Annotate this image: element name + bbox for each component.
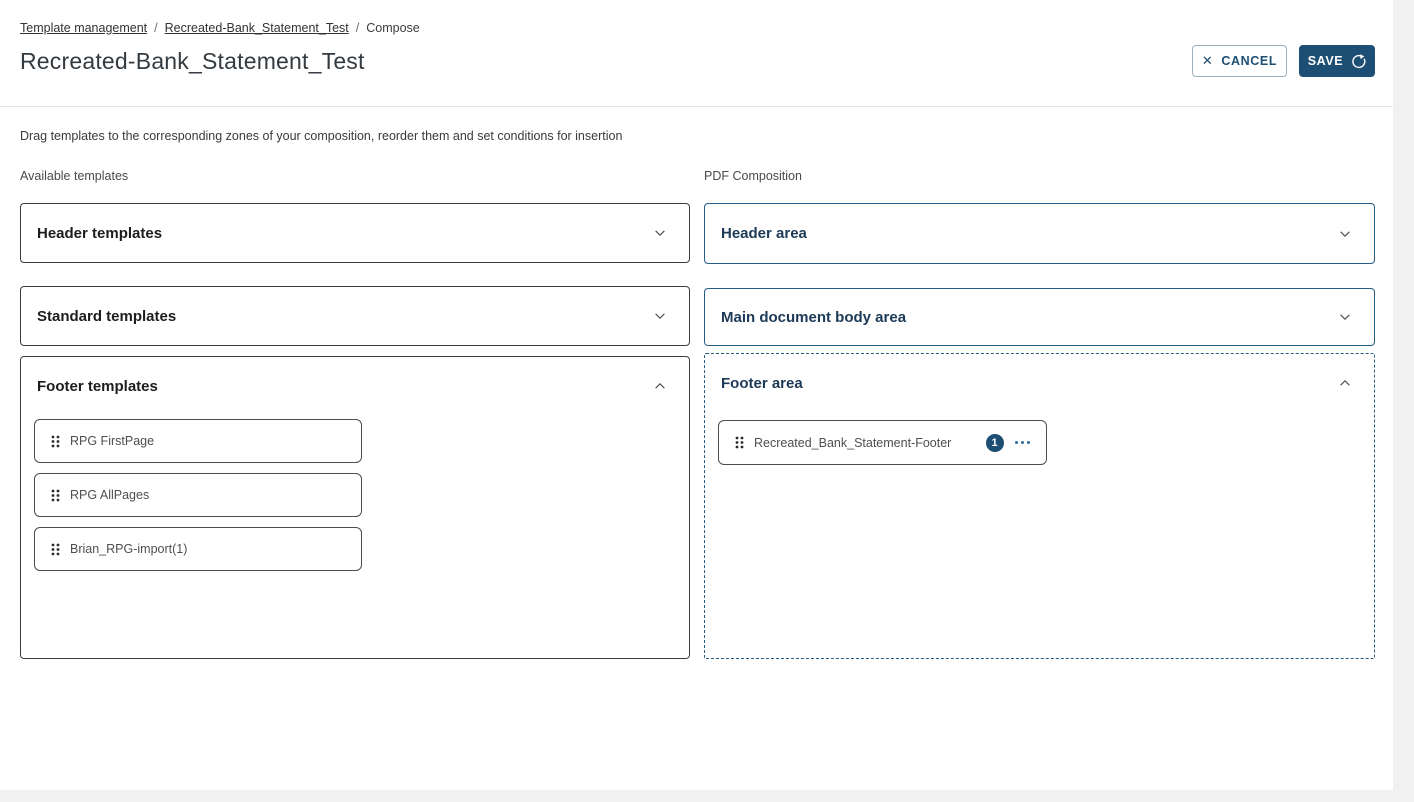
accordion-footer-templates: Footer templates [20, 356, 690, 659]
available-templates-label: Available templates [20, 169, 690, 183]
title-row: Recreated-Bank_Statement_Test ✕ CANCEL S… [0, 35, 1393, 77]
accordion-footer-area-toggle[interactable]: Footer area [705, 354, 1374, 412]
accordion-title: Standard templates [37, 308, 176, 325]
cancel-button-label: CANCEL [1221, 54, 1277, 68]
drag-handle-icon[interactable] [51, 489, 60, 502]
chevron-down-icon [1338, 227, 1352, 241]
pdf-composition-column: PDF Composition Header area Main documen… [704, 169, 1375, 659]
save-button-label: SAVE [1308, 54, 1344, 68]
drag-handle-icon[interactable] [735, 436, 744, 449]
template-item-rpg-firstpage[interactable]: RPG FirstPage [34, 419, 362, 463]
accordion-main-body-area: Main document body area [704, 288, 1375, 346]
accordion-header-templates: Header templates [20, 203, 690, 263]
accordion-standard-templates: Standard templates [20, 286, 690, 346]
accordion-header-area: Header area [704, 203, 1375, 264]
template-item-label: RPG AllPages [70, 488, 149, 502]
conditions-count-badge: 1 [986, 434, 1004, 452]
chevron-down-icon [653, 226, 667, 240]
page-header: Template management / Recreated-Bank_Sta… [0, 0, 1393, 107]
page-title: Recreated-Bank_Statement_Test [20, 48, 365, 75]
more-options-icon[interactable] [1013, 439, 1033, 447]
accordion-footer-area: Footer area [704, 353, 1375, 659]
accordion-main-body-area-toggle[interactable]: Main document body area [705, 289, 1374, 345]
template-item-label: RPG FirstPage [70, 434, 154, 448]
accordion-header-area-toggle[interactable]: Header area [705, 204, 1374, 263]
page-content: Template management / Recreated-Bank_Sta… [0, 0, 1393, 790]
pdf-composition-label: PDF Composition [704, 169, 1375, 183]
close-icon: ✕ [1202, 53, 1214, 69]
composition-item-label: Recreated_Bank_Statement-Footer [754, 436, 951, 450]
breadcrumb-current-compose: Compose [366, 21, 420, 35]
footer-templates-list: RPG FirstPage RPG AllPages [21, 415, 689, 571]
composition-item-footer[interactable]: Recreated_Bank_Statement-Footer 1 [718, 420, 1047, 465]
breadcrumb-link-template-name[interactable]: Recreated-Bank_Statement_Test [165, 21, 349, 35]
accordion-title: Header templates [37, 225, 162, 242]
breadcrumb: Template management / Recreated-Bank_Sta… [0, 0, 1393, 35]
save-circular-arrow-icon [1351, 54, 1366, 69]
template-item-rpg-allpages[interactable]: RPG AllPages [34, 473, 362, 517]
accordion-footer-templates-toggle[interactable]: Footer templates [21, 357, 689, 415]
chevron-down-icon [653, 309, 667, 323]
available-templates-column: Available templates Header templates Sta… [20, 169, 690, 659]
instruction-text: Drag templates to the corresponding zone… [20, 129, 1393, 143]
accordion-title: Footer area [721, 375, 803, 392]
accordion-title: Footer templates [37, 378, 158, 395]
cancel-button[interactable]: ✕ CANCEL [1192, 45, 1287, 77]
chevron-up-icon [1338, 376, 1352, 390]
accordion-standard-templates-toggle[interactable]: Standard templates [21, 287, 689, 345]
save-button[interactable]: SAVE [1299, 45, 1375, 77]
breadcrumb-separator: / [356, 21, 359, 35]
footer-area-drop-zone: Recreated_Bank_Statement-Footer 1 [705, 412, 1374, 465]
chevron-down-icon [1338, 310, 1352, 324]
chevron-up-icon [653, 379, 667, 393]
header-actions: ✕ CANCEL SAVE [1192, 45, 1375, 77]
accordion-title: Main document body area [721, 309, 906, 326]
drag-handle-icon[interactable] [51, 543, 60, 556]
template-item-label: Brian_RPG-import(1) [70, 542, 187, 556]
accordion-title: Header area [721, 225, 807, 242]
accordion-header-templates-toggle[interactable]: Header templates [21, 204, 689, 262]
compose-main: Drag templates to the corresponding zone… [0, 107, 1393, 659]
drag-handle-icon[interactable] [51, 435, 60, 448]
breadcrumb-separator: / [154, 21, 157, 35]
breadcrumb-link-template-management[interactable]: Template management [20, 21, 147, 35]
template-item-brian-rpg-import[interactable]: Brian_RPG-import(1) [34, 527, 362, 571]
